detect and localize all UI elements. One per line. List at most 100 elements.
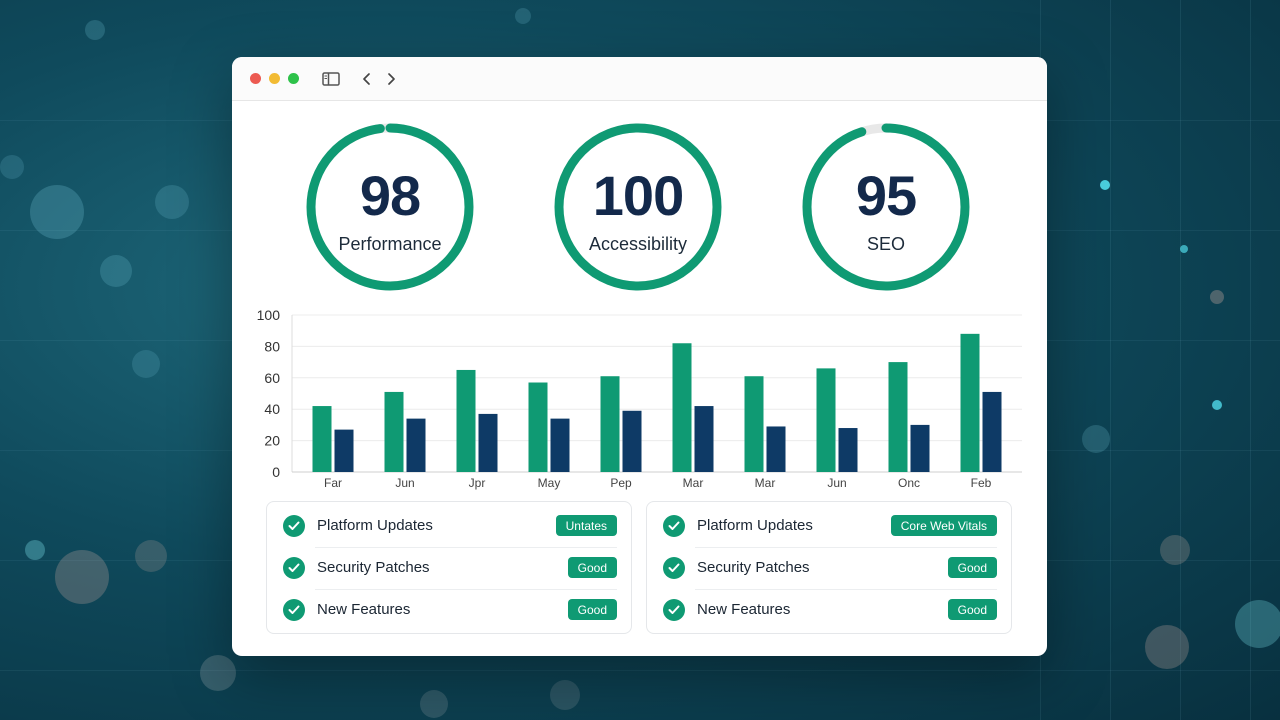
accessibility-score: 100 xyxy=(592,164,684,227)
x-tick-label: Jun xyxy=(395,476,414,490)
x-tick-label: Mar xyxy=(683,476,704,490)
bokeh-light xyxy=(1235,600,1280,648)
checklist-item-label: Platform Updates xyxy=(317,517,433,534)
bar-series-1 xyxy=(384,391,404,472)
bar-series-1 xyxy=(816,368,836,472)
status-badge: Untates xyxy=(555,515,617,536)
bg-grid-line xyxy=(1180,0,1181,720)
bokeh-light xyxy=(420,690,448,718)
accessibility-label: Accessibility xyxy=(588,234,688,254)
bar-series-1 xyxy=(456,369,476,472)
bokeh-light xyxy=(550,680,580,710)
bokeh-light xyxy=(1212,400,1222,410)
check-icon xyxy=(283,556,305,579)
bar-series-2 xyxy=(334,429,354,472)
bar-series-2 xyxy=(406,418,426,472)
check-icon xyxy=(663,598,685,621)
checklist-row: Platform Updates Core Web Vitals xyxy=(647,505,1011,546)
browser-window: 98 Performance 100 Accessibility 95 SEO … xyxy=(232,57,1047,656)
bokeh-light xyxy=(1082,425,1110,453)
y-tick-label: 40 xyxy=(264,401,280,417)
bar-series-2 xyxy=(910,424,930,472)
y-tick-label: 20 xyxy=(264,433,280,449)
bokeh-light xyxy=(25,540,45,560)
check-icon xyxy=(283,514,305,537)
status-badge: Good xyxy=(947,557,997,578)
status-badge: Core Web Vitals xyxy=(890,515,997,536)
x-tick-label: Jpr xyxy=(469,476,486,490)
forward-icon xyxy=(388,73,395,85)
bar-series-2 xyxy=(766,426,786,472)
bokeh-light xyxy=(30,185,84,239)
checklist-row: Platform Updates Untates xyxy=(267,505,631,546)
bar-series-1 xyxy=(888,362,908,472)
checklist-item-label: Security Patches xyxy=(697,559,810,576)
bokeh-light xyxy=(1145,625,1189,669)
score-gauges: 98 Performance 100 Accessibility 95 SEO xyxy=(232,115,1047,305)
bar-series-1 xyxy=(312,406,332,472)
bar-series-1 xyxy=(528,382,548,472)
bokeh-light xyxy=(200,655,236,691)
bokeh-light xyxy=(1180,245,1188,253)
back-button[interactable] xyxy=(357,69,377,89)
checklist-row: New Features Good xyxy=(647,589,1011,630)
status-badge: Good xyxy=(567,557,617,578)
bar-series-2 xyxy=(694,406,714,472)
checklist-panel-right: Platform Updates Core Web Vitals Securit… xyxy=(646,501,1012,634)
check-icon xyxy=(663,514,685,537)
check-icon xyxy=(663,556,685,579)
bar-series-2 xyxy=(622,410,642,472)
checklist-row: New Features Good xyxy=(267,589,631,630)
y-tick-label: 0 xyxy=(272,464,280,480)
bokeh-light xyxy=(85,20,105,40)
sidebar-toggle-button[interactable] xyxy=(321,69,341,89)
seo-score: 95 xyxy=(855,164,917,227)
bar-series-1 xyxy=(672,343,692,472)
bokeh-light xyxy=(1160,535,1190,565)
checklist-item-label: New Features xyxy=(317,601,411,618)
bg-grid-line xyxy=(1110,0,1111,720)
x-tick-label: Pep xyxy=(610,476,632,490)
x-tick-label: May xyxy=(538,476,561,490)
minimize-window-button[interactable] xyxy=(269,73,280,84)
checklist-row: Security Patches Good xyxy=(267,547,631,588)
seo-gauge: 95 SEO xyxy=(798,119,974,295)
close-window-button[interactable] xyxy=(250,73,261,84)
bar-series-2 xyxy=(550,418,570,472)
bar-series-1 xyxy=(960,333,980,472)
bokeh-light xyxy=(515,8,531,24)
forward-button[interactable] xyxy=(381,69,401,89)
status-badge: Good xyxy=(947,599,997,620)
checklist-item-label: Platform Updates xyxy=(697,517,813,534)
x-tick-label: Jun xyxy=(827,476,846,490)
checklist-row: Security Patches Good xyxy=(647,547,1011,588)
x-tick-label: Mar xyxy=(755,476,776,490)
bokeh-light xyxy=(55,550,109,604)
y-tick-label: 100 xyxy=(257,307,281,323)
performance-label: Performance xyxy=(338,234,442,254)
checklist-panel-left: Platform Updates Untates Security Patche… xyxy=(266,501,632,634)
checklist-item-label: New Features xyxy=(697,601,791,618)
bar-chart: 100 80 60 40 20 0 Far Jun Jpr May Pep Mar Mar Jun Onc F… xyxy=(257,307,1022,490)
maximize-window-button[interactable] xyxy=(288,73,299,84)
checklist-item-label: Security Patches xyxy=(317,559,430,576)
x-tick-label: Far xyxy=(324,476,342,490)
bokeh-light xyxy=(155,185,189,219)
y-tick-label: 80 xyxy=(264,338,280,354)
bokeh-light xyxy=(0,155,24,179)
check-icon xyxy=(283,598,305,621)
bar-series-2 xyxy=(838,428,858,472)
status-badge: Good xyxy=(567,599,617,620)
performance-gauge: 98 Performance xyxy=(302,119,478,295)
bokeh-light xyxy=(1100,180,1110,190)
accessibility-gauge: 100 Accessibility xyxy=(550,119,726,295)
bokeh-light xyxy=(100,255,132,287)
bokeh-light xyxy=(132,350,160,378)
bokeh-light xyxy=(1210,290,1224,304)
x-tick-label: Onc xyxy=(898,476,920,490)
bar-series-2 xyxy=(478,413,498,472)
title-bar xyxy=(232,57,1047,101)
bg-grid-line xyxy=(0,670,1280,671)
x-tick-label: Feb xyxy=(971,476,992,490)
bar-series-1 xyxy=(744,376,764,472)
